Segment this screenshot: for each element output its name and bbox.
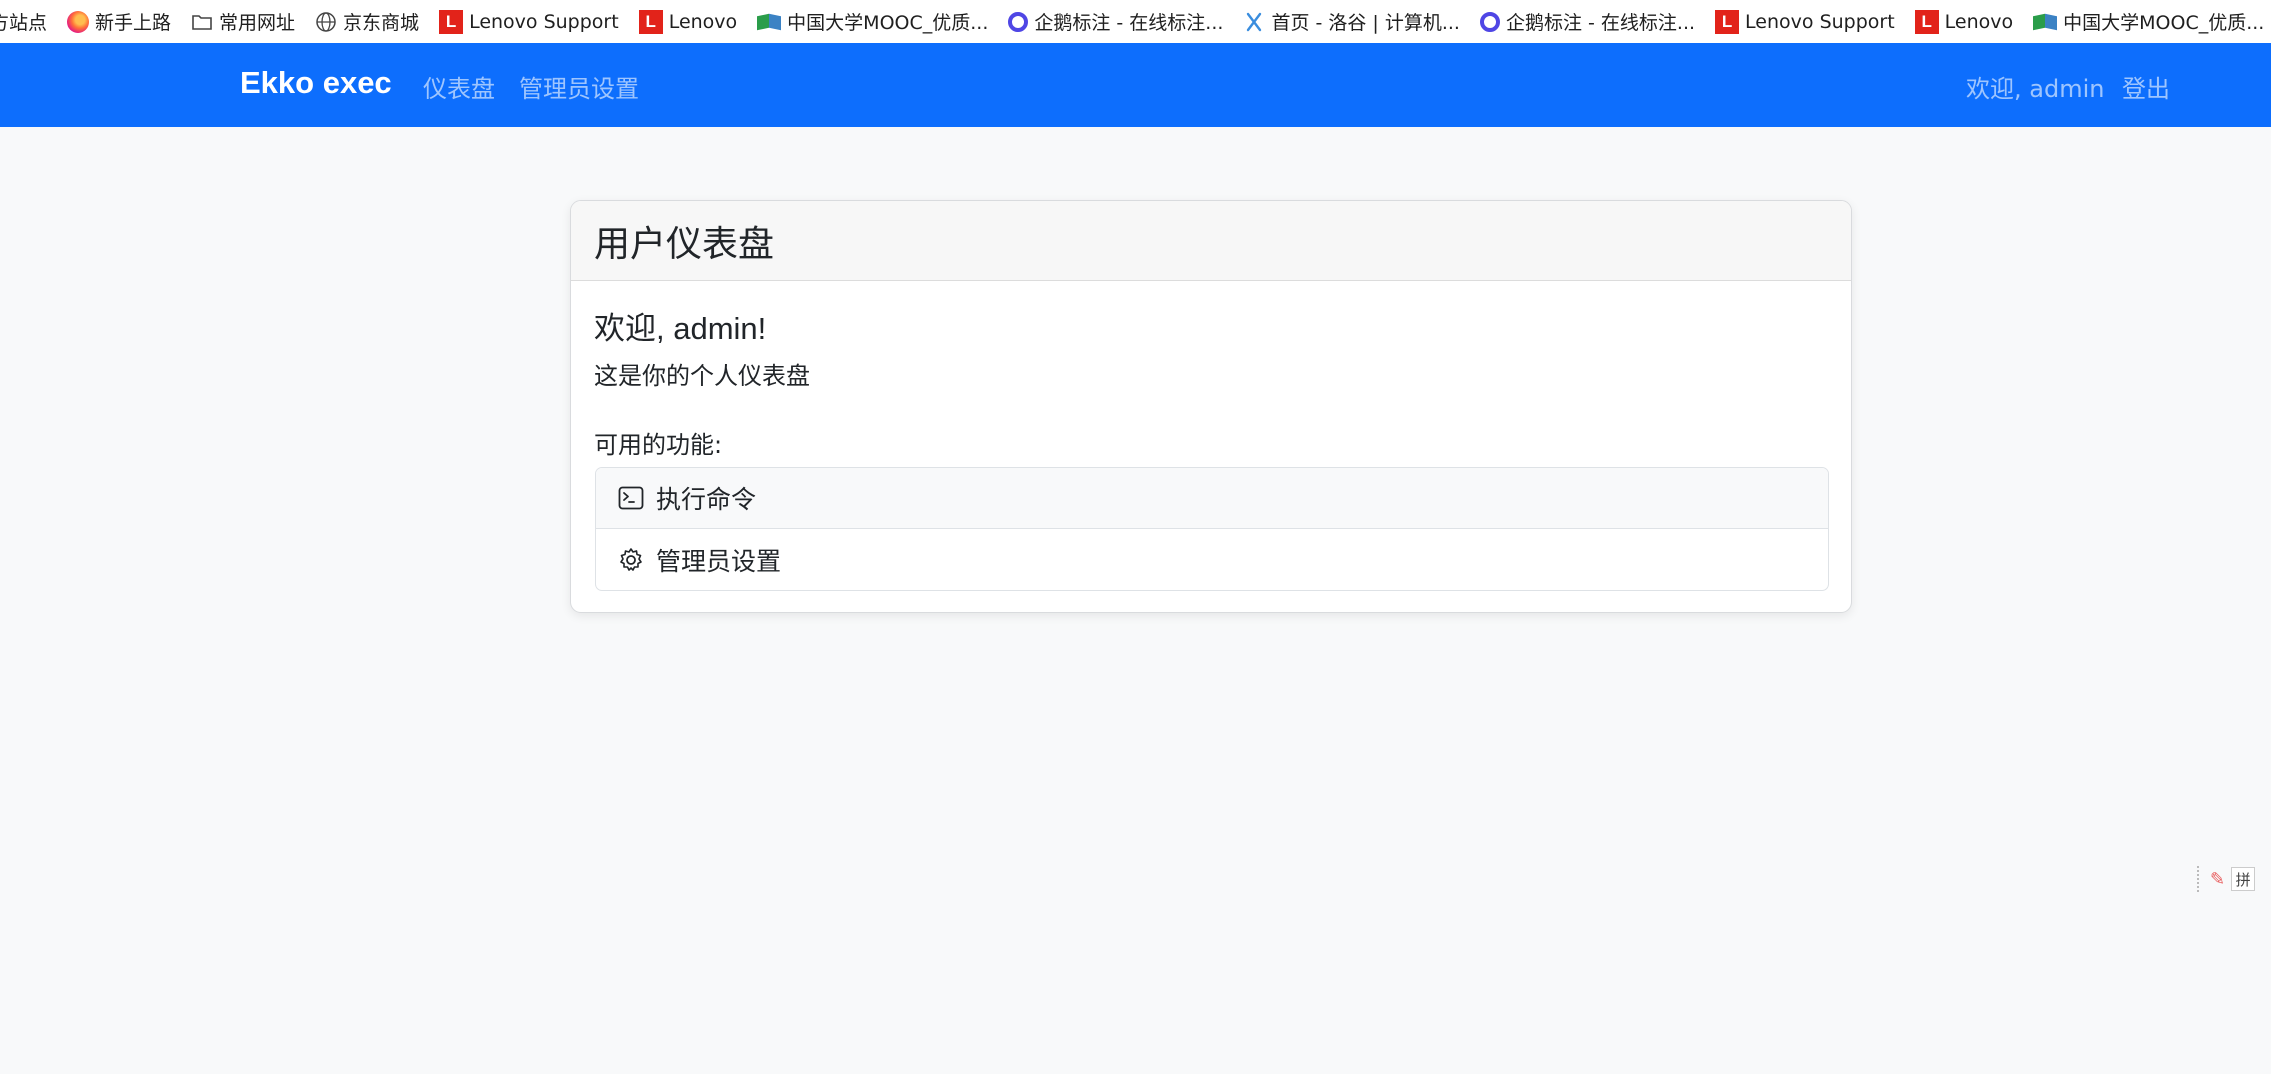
features-label: 可用的功能: xyxy=(594,431,723,459)
qie-icon xyxy=(1479,11,1500,32)
qie-icon xyxy=(1008,11,1029,32)
bookmark-label: 中国大学MOOC_优质... xyxy=(787,12,989,34)
nav-dashboard-link[interactable]: 仪表盘 xyxy=(423,69,495,104)
features-list: 执行命令 管理员设置 xyxy=(595,467,1829,591)
nav-admin-settings-link[interactable]: 管理员设置 xyxy=(519,69,639,104)
bookmark-label: Lenovo xyxy=(1944,10,2014,33)
dashboard-card: 用户仪表盘 欢迎, admin! 这是你的个人仪表盘 可用的功能: 执行命令 管… xyxy=(570,200,1852,613)
bookmark-folder[interactable]: 常用网址 xyxy=(191,8,295,35)
ime-indicator[interactable]: ✎ 拼 xyxy=(2197,866,2256,892)
bookmark-label: Lenovo Support xyxy=(1745,10,1895,33)
bookmark-label: 新手上路 xyxy=(95,12,172,34)
execute-command-item[interactable]: 执行命令 xyxy=(596,468,1828,529)
intro-text: 这是你的个人仪表盘 xyxy=(594,362,810,390)
admin-settings-item[interactable]: 管理员设置 xyxy=(596,529,1828,590)
bookmark-item[interactable]: L Lenovo Support xyxy=(439,9,619,34)
bookmark-item[interactable]: 首页 - 洛谷 | 计算机... xyxy=(1243,8,1460,35)
bookmark-item[interactable]: L Lenovo Support xyxy=(1715,9,1895,34)
bookmark-label: 企鹅标注 - 在线标注... xyxy=(1034,12,1224,34)
brand-link[interactable]: Ekko exec xyxy=(240,65,392,101)
bookmark-item[interactable]: L Lenovo xyxy=(1914,9,2014,34)
lenovo-icon: L xyxy=(1914,9,1939,34)
globe-icon xyxy=(315,11,337,33)
logout-link[interactable]: 登出 xyxy=(2122,69,2170,104)
bookmark-label: Lenovo Support xyxy=(469,10,619,33)
admin-settings-label: 管理员设置 xyxy=(656,546,782,576)
bookmark-label: 首页 - 洛谷 | 计算机... xyxy=(1271,12,1460,34)
bookmark-item[interactable]: L Lenovo xyxy=(638,9,738,34)
bookmark-item[interactable]: 企鹅标注 - 在线标注... xyxy=(1008,8,1223,35)
ime-skin-icon: ✎ xyxy=(2210,868,2226,890)
folder-icon xyxy=(191,11,213,33)
card-header: 用户仪表盘 xyxy=(571,201,1851,281)
bookmark-label: 京东商城 xyxy=(343,12,420,34)
execute-command-label: 执行命令 xyxy=(656,485,757,514)
card-title: 用户仪表盘 xyxy=(594,223,775,265)
terminal-icon xyxy=(618,485,644,511)
mooc-icon xyxy=(757,13,781,31)
mooc-icon xyxy=(2033,13,2057,31)
lenovo-icon: L xyxy=(638,9,663,34)
bookmark-label: 常用网址 xyxy=(219,12,296,34)
welcome-user-text: 欢迎, admin xyxy=(1966,75,2105,103)
firefox-icon xyxy=(67,10,90,33)
lenovo-icon: L xyxy=(439,9,464,34)
bookmark-label: 企鹅标注 - 在线标注... xyxy=(1505,12,1696,34)
bookmark-label: Lenovo xyxy=(668,10,738,33)
bookmark-item[interactable]: 企鹅标注 - 在线标注... xyxy=(1479,8,1696,35)
gear-icon xyxy=(618,547,644,573)
luogu-icon xyxy=(1243,11,1265,33)
bookmark-item[interactable]: 中国大学MOOC_优质... xyxy=(757,8,988,35)
welcome-heading: 欢迎, admin! xyxy=(594,311,767,346)
bookmark-item[interactable]: 京东商城 xyxy=(315,8,419,35)
bookmarks-bar: 方站点 新手上路 常用网址 京东商城 L Lenovo Support L Le… xyxy=(0,0,2271,43)
ime-separator xyxy=(2197,866,2200,892)
bookmark-label: 方站点 xyxy=(0,12,48,34)
ime-mode-badge: 拼 xyxy=(2231,867,2256,891)
bookmark-label: 中国大学MOOC_优质... xyxy=(2063,12,2265,34)
lenovo-icon: L xyxy=(1715,9,1740,34)
bookmark-item[interactable]: 方站点 xyxy=(0,8,47,35)
top-navbar: Ekko exec 仪表盘 管理员设置 欢迎, admin 登出 xyxy=(0,43,2271,127)
bookmark-item[interactable]: 新手上路 xyxy=(67,8,171,35)
bookmark-item[interactable]: 中国大学MOOC_优质... xyxy=(2033,8,2264,35)
